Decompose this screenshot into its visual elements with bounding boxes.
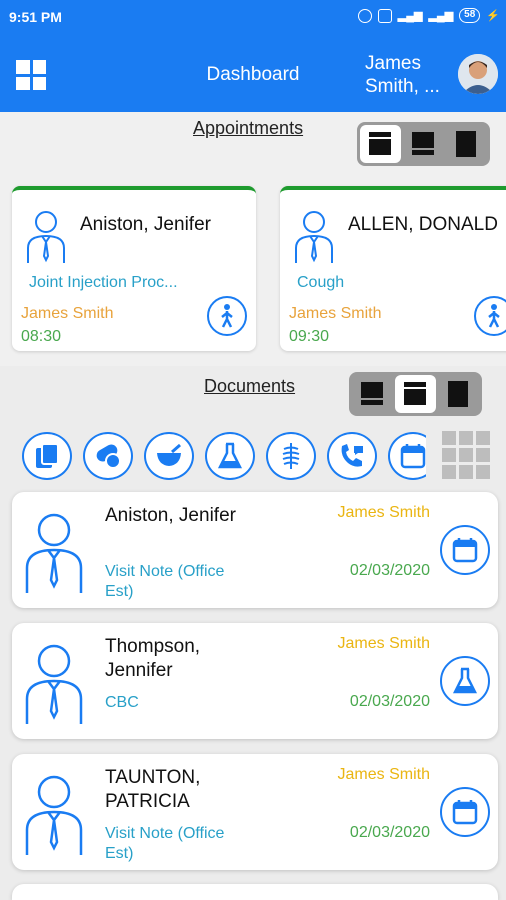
appointment-provider: James Smith — [289, 305, 382, 322]
calendar-icon — [452, 538, 478, 563]
view-toggle-compact[interactable] — [403, 125, 444, 163]
view-toggle-list[interactable] — [360, 125, 401, 163]
patient-avatar-icon — [25, 644, 83, 724]
documents-title: Documents — [204, 376, 296, 396]
charging-icon: ⚡ — [486, 10, 500, 22]
phone-icon[interactable] — [327, 432, 377, 480]
document-calendar-button[interactable] — [440, 787, 490, 837]
lab-flask-icon[interactable] — [205, 432, 255, 480]
copy-icon[interactable] — [22, 432, 72, 480]
appointments-title: Appointments — [193, 118, 304, 138]
view-toggle-full[interactable] — [438, 375, 479, 413]
appointment-card[interactable]: ALLEN, DONALD Cough James Smith 09:30 — [280, 186, 506, 351]
calendar-icon — [452, 800, 478, 825]
document-date: 02/03/2020 — [349, 562, 430, 579]
document-lab-button[interactable] — [440, 656, 490, 706]
document-category-bar — [22, 432, 426, 480]
avatar[interactable] — [458, 54, 498, 94]
document-author: James Smith — [337, 766, 430, 783]
more-categories-grid-button[interactable] — [442, 431, 490, 479]
document-patient: Aniston, Jenifer — [105, 505, 236, 526]
appointment-time: 09:30 — [289, 328, 330, 345]
documents-view-toggle — [349, 372, 482, 416]
document-date: 02/03/2020 — [349, 824, 430, 841]
appointment-reason: Cough — [297, 274, 345, 291]
document-type: Visit Note (Office Est) — [105, 825, 225, 862]
view-toggle-full[interactable] — [446, 125, 487, 163]
document-date: 02/03/2020 — [349, 693, 430, 710]
appointments-view-toggle — [357, 122, 490, 166]
document-card[interactable]: Aniston, Jenifer Visit Note (Office Est)… — [12, 492, 498, 608]
document-calendar-button[interactable] — [440, 525, 490, 575]
document-card[interactable]: TAUNTON, PATRICIA Visit Note (Office Est… — [12, 754, 498, 870]
xray-icon[interactable] — [266, 432, 316, 480]
pills-icon[interactable] — [83, 432, 133, 480]
status-time: 9:51 PM — [9, 9, 62, 25]
calendar-icon[interactable] — [388, 432, 426, 480]
signal-icon: ▂▄▆ — [397, 10, 423, 22]
document-patient: TAUNTON, PATRICIA — [105, 767, 201, 812]
battery-icon: 58 — [459, 8, 481, 23]
patient-avatar-icon — [27, 211, 65, 263]
mortar-pestle-icon[interactable] — [144, 432, 194, 480]
alarm-icon — [357, 8, 372, 23]
document-card[interactable]: Thompson, Jennifer CBC James Smith 02/03… — [12, 623, 498, 739]
hd-icon — [377, 8, 392, 23]
appointment-time: 08:30 — [21, 328, 62, 345]
document-type: Visit Note (Office Est) — [105, 563, 225, 600]
status-icons: ▂▄▆ ▂▄▆ 58 ⚡ — [357, 8, 500, 23]
walk-in-button[interactable] — [474, 296, 506, 336]
status-bar: 9:51 PM ▂▄▆ ▂▄▆ 58 ⚡ — [0, 0, 506, 34]
walk-in-button[interactable] — [207, 296, 247, 336]
walking-person-icon — [221, 304, 233, 328]
user-name[interactable]: James Smith, ... — [365, 52, 457, 98]
appointment-patient: Aniston, Jenifer — [80, 214, 211, 235]
signal-icon-2: ▂▄▆ — [428, 10, 454, 22]
document-patient: Thompson, Jennifer — [105, 636, 201, 681]
lab-flask-icon — [452, 667, 478, 694]
appointment-card[interactable]: Aniston, Jenifer Joint Injection Proc...… — [12, 186, 256, 351]
document-author: James Smith — [337, 635, 430, 652]
view-toggle-list[interactable] — [395, 375, 436, 413]
app-header: Dashboard James Smith, ... — [0, 34, 506, 112]
view-toggle-compact[interactable] — [352, 375, 393, 413]
document-card-partial[interactable] — [12, 884, 498, 900]
document-author: James Smith — [337, 504, 430, 521]
appointment-provider: James Smith — [21, 305, 114, 322]
walking-person-icon — [488, 304, 500, 328]
patient-avatar-icon — [25, 513, 83, 593]
patient-avatar-icon — [25, 775, 83, 855]
appointment-reason: Joint Injection Proc... — [29, 274, 178, 291]
appointment-patient: ALLEN, DONALD — [348, 214, 498, 235]
patient-avatar-icon — [295, 211, 333, 263]
document-type: CBC — [105, 694, 139, 711]
